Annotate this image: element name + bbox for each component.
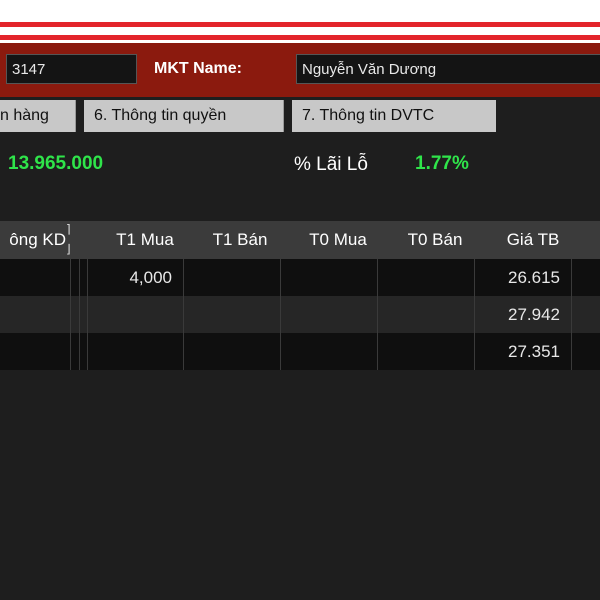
account-input[interactable]: 3147 <box>6 54 137 84</box>
grid-divider <box>571 259 572 370</box>
column-header-t1-mua[interactable]: T1 Mua <box>90 221 200 259</box>
grid-divider <box>79 259 80 370</box>
grid-divider <box>377 259 378 370</box>
summary-amount: 13.965.000 <box>8 153 104 174</box>
pnl-label: % Lãi Lỗ <box>294 154 368 175</box>
tab-orders[interactable]: n hàng <box>0 100 76 132</box>
cell-gia-tb: 26.615 <box>508 268 560 287</box>
banner-red-line <box>0 35 600 40</box>
grid-divider <box>474 259 475 370</box>
column-header-kd[interactable]: ông KD <box>0 221 66 259</box>
pnl-value: 1.77% <box>415 153 469 174</box>
banner-red-line <box>0 22 600 27</box>
tab-rights-info[interactable]: 6. Thông tin quyền <box>84 100 284 132</box>
column-header-t0-ban[interactable]: T0 Bán <box>380 221 490 259</box>
cell-t1-mua: 4,000 <box>129 268 172 287</box>
column-header-gia-tb[interactable]: Giá TB <box>478 221 588 259</box>
grid-divider <box>280 259 281 370</box>
cell-gia-tb: 27.351 <box>508 342 560 361</box>
column-header-t1-ban[interactable]: T1 Bán <box>185 221 295 259</box>
grid-divider <box>70 259 71 370</box>
mkt-name-label: MKT Name: <box>154 60 243 77</box>
column-header-t0-mua[interactable]: T0 Mua <box>283 221 393 259</box>
column-resize-icon[interactable]: ⌉ ⌋ <box>66 223 74 258</box>
grid-divider <box>183 259 184 370</box>
mkt-name-input[interactable]: Nguyễn Văn Dương <box>296 54 600 84</box>
cell-gia-tb: 27.942 <box>508 305 560 324</box>
tab-dvtc-info[interactable]: 7. Thông tin DVTC <box>292 100 496 132</box>
grid-divider <box>87 259 88 370</box>
